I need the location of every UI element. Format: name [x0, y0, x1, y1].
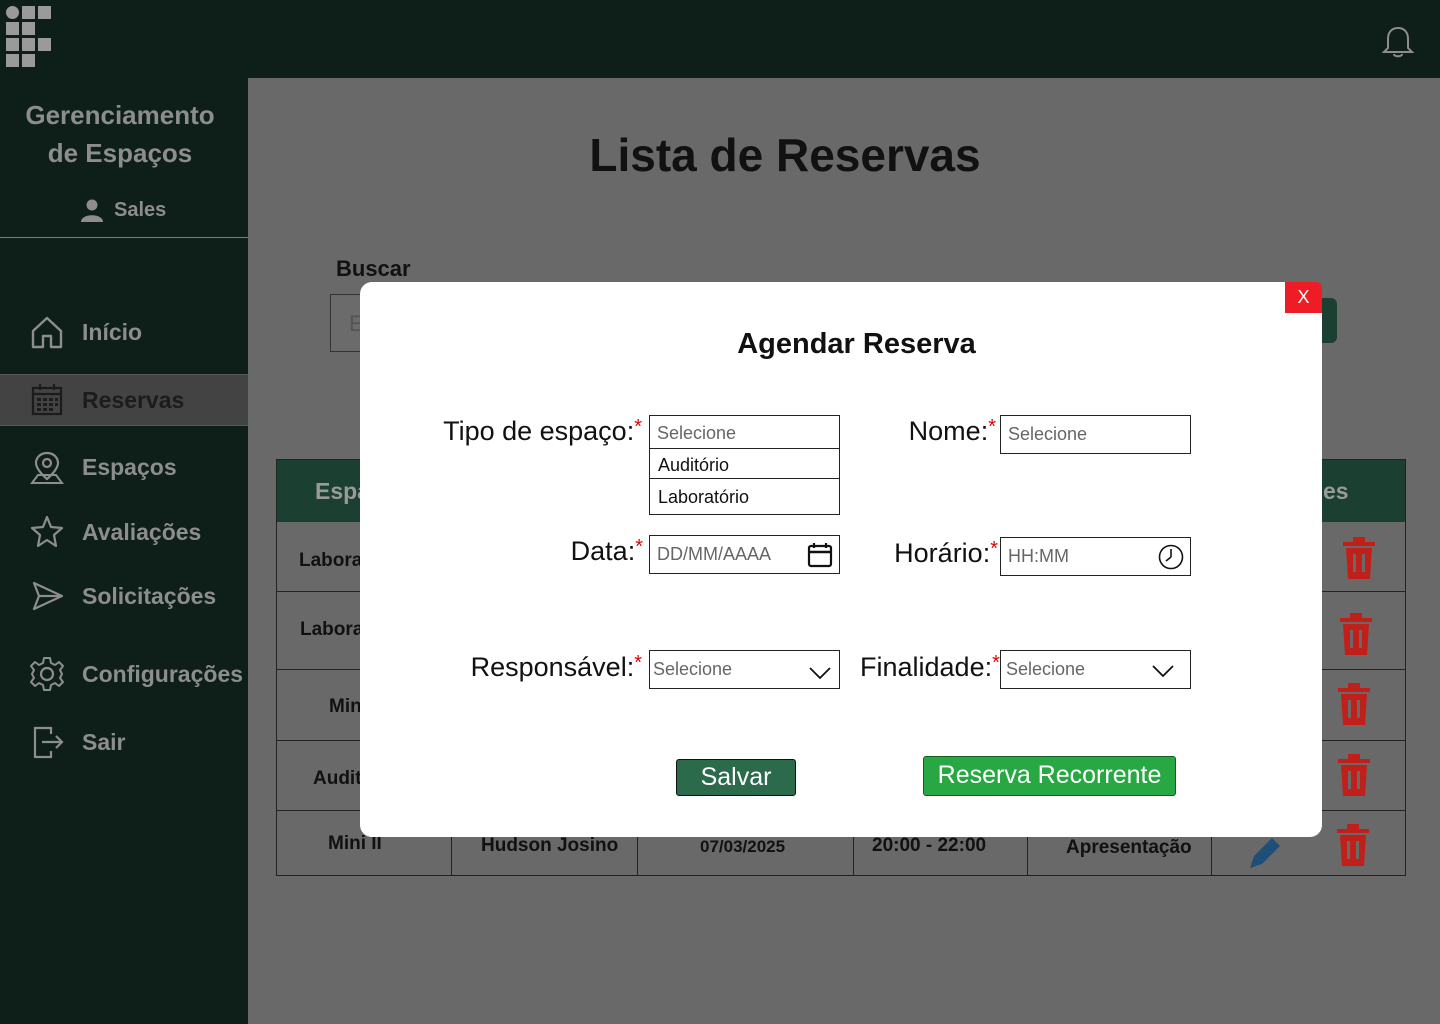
app-title: Gerenciamento de Espaços — [0, 96, 240, 172]
data-label-text: Data: — [570, 536, 636, 566]
delete-icon[interactable] — [1341, 537, 1377, 579]
horario-placeholder: HH:MM — [1008, 546, 1069, 566]
required-mark: * — [990, 538, 998, 560]
user-icon — [81, 199, 103, 222]
chevron-down-icon — [809, 667, 831, 680]
required-mark: * — [634, 652, 642, 674]
required-mark: * — [635, 536, 643, 558]
nome-select[interactable]: Selecione — [1000, 415, 1191, 454]
horario-input[interactable]: HH:MM — [1000, 537, 1191, 576]
tipo-select[interactable]: Selecione — [649, 415, 840, 449]
logout-icon — [27, 722, 67, 762]
user-info[interactable]: Sales — [80, 195, 166, 225]
chevron-down-icon — [1152, 665, 1174, 678]
calendar-icon[interactable] — [807, 542, 833, 568]
clock-icon[interactable] — [1158, 544, 1184, 570]
data-input[interactable]: DD/MM/AAAA — [649, 535, 840, 574]
cell-responsavel: Hudson Josino — [481, 835, 619, 856]
nome-label: Nome:* — [880, 416, 996, 447]
sidebar-item-label: Espaços — [82, 453, 177, 480]
sidebar-item-label: Configurações — [82, 660, 244, 687]
cell-espaco: Labora — [300, 619, 364, 640]
tipo-option-laboratorio[interactable]: Laboratório — [649, 478, 840, 515]
required-mark: * — [634, 416, 642, 438]
recurrent-reservation-button[interactable]: Reserva Recorrente — [923, 756, 1176, 796]
schedule-modal: X Agendar Reserva Tipo de espaço:* Selec… — [360, 282, 1322, 837]
column-header-acoes: es — [1323, 478, 1349, 504]
search-label: Buscar — [336, 256, 411, 281]
home-icon — [27, 312, 67, 352]
sidebar-item-inicio[interactable]: Início — [0, 306, 248, 358]
finalidade-placeholder: Selecione — [1006, 659, 1086, 679]
bell-icon[interactable] — [1380, 24, 1416, 60]
map-pin-icon — [27, 447, 67, 487]
sidebar-item-configuracoes[interactable]: Configurações — [0, 648, 248, 700]
responsavel-label: Responsável:* — [460, 652, 642, 683]
responsavel-select[interactable]: Selecione — [649, 650, 840, 689]
sidebar-item-avaliacoes[interactable]: Avaliações — [0, 506, 248, 558]
delete-icon[interactable] — [1335, 824, 1371, 866]
cell-espaco: Audit — [313, 768, 362, 789]
sidebar-item-label: Início — [82, 318, 143, 345]
sidebar-item-label: Solicitações — [82, 582, 217, 609]
app-title-line-2: de Espaços — [47, 138, 193, 168]
data-label: Data:* — [520, 536, 643, 567]
delete-icon[interactable] — [1338, 613, 1374, 655]
send-icon — [27, 576, 67, 616]
horario-label-text: Horário: — [894, 538, 991, 568]
finalidade-label: Finalidade:* — [860, 652, 1000, 683]
tipo-label-text: Tipo de espaço: — [443, 416, 635, 446]
sidebar-item-solicitacoes[interactable]: Solicitações — [0, 570, 248, 622]
top-bar — [0, 0, 1440, 78]
nome-label-text: Nome: — [908, 416, 989, 446]
sidebar-divider — [0, 237, 248, 238]
calendar-icon — [27, 380, 67, 420]
star-icon — [27, 512, 67, 552]
cell-espaco: Min — [329, 696, 362, 717]
delete-icon[interactable] — [1336, 754, 1372, 796]
delete-icon[interactable] — [1336, 683, 1372, 725]
sidebar-item-label: Avaliações — [82, 518, 202, 545]
sidebar-item-label: Sair — [82, 728, 126, 755]
cell-espaco: Laborat — [299, 550, 369, 571]
edit-icon[interactable] — [1248, 832, 1286, 870]
gear-icon — [27, 654, 67, 694]
sidebar-item-reservas[interactable]: Reservas — [0, 374, 248, 426]
cell-horario: 20:00 - 22:00 — [872, 835, 987, 856]
sidebar-item-sair[interactable]: Sair — [0, 716, 248, 768]
sidebar: Gerenciamento de Espaços Sales Início Re… — [0, 78, 248, 1024]
tipo-option-auditorio[interactable]: Auditório — [649, 448, 840, 479]
required-mark: * — [988, 416, 996, 438]
app-title-line-1: Gerenciamento — [25, 100, 215, 130]
sidebar-item-label: Reservas — [82, 386, 185, 413]
sidebar-item-espacos[interactable]: Espaços — [0, 441, 248, 493]
cell-finalidade: Apresentação — [1066, 837, 1192, 858]
finalidade-label-text: Finalidade: — [860, 652, 993, 682]
logo — [6, 6, 52, 67]
responsavel-label-text: Responsável: — [470, 652, 635, 682]
responsavel-placeholder: Selecione — [653, 659, 733, 679]
user-name: Sales — [114, 198, 167, 221]
tipo-label: Tipo de espaço:* — [420, 416, 642, 447]
data-placeholder: DD/MM/AAAA — [657, 544, 772, 564]
finalidade-select[interactable]: Selecione — [1000, 650, 1191, 689]
modal-title: Agendar Reserva — [737, 328, 976, 360]
horario-label: Horário:* — [880, 538, 998, 569]
save-button[interactable]: Salvar — [676, 759, 796, 796]
page-title: Lista de Reservas — [589, 129, 981, 181]
close-button[interactable]: X — [1285, 282, 1322, 313]
required-mark: * — [992, 652, 1000, 674]
cell-data: 07/03/2025 — [700, 837, 786, 856]
